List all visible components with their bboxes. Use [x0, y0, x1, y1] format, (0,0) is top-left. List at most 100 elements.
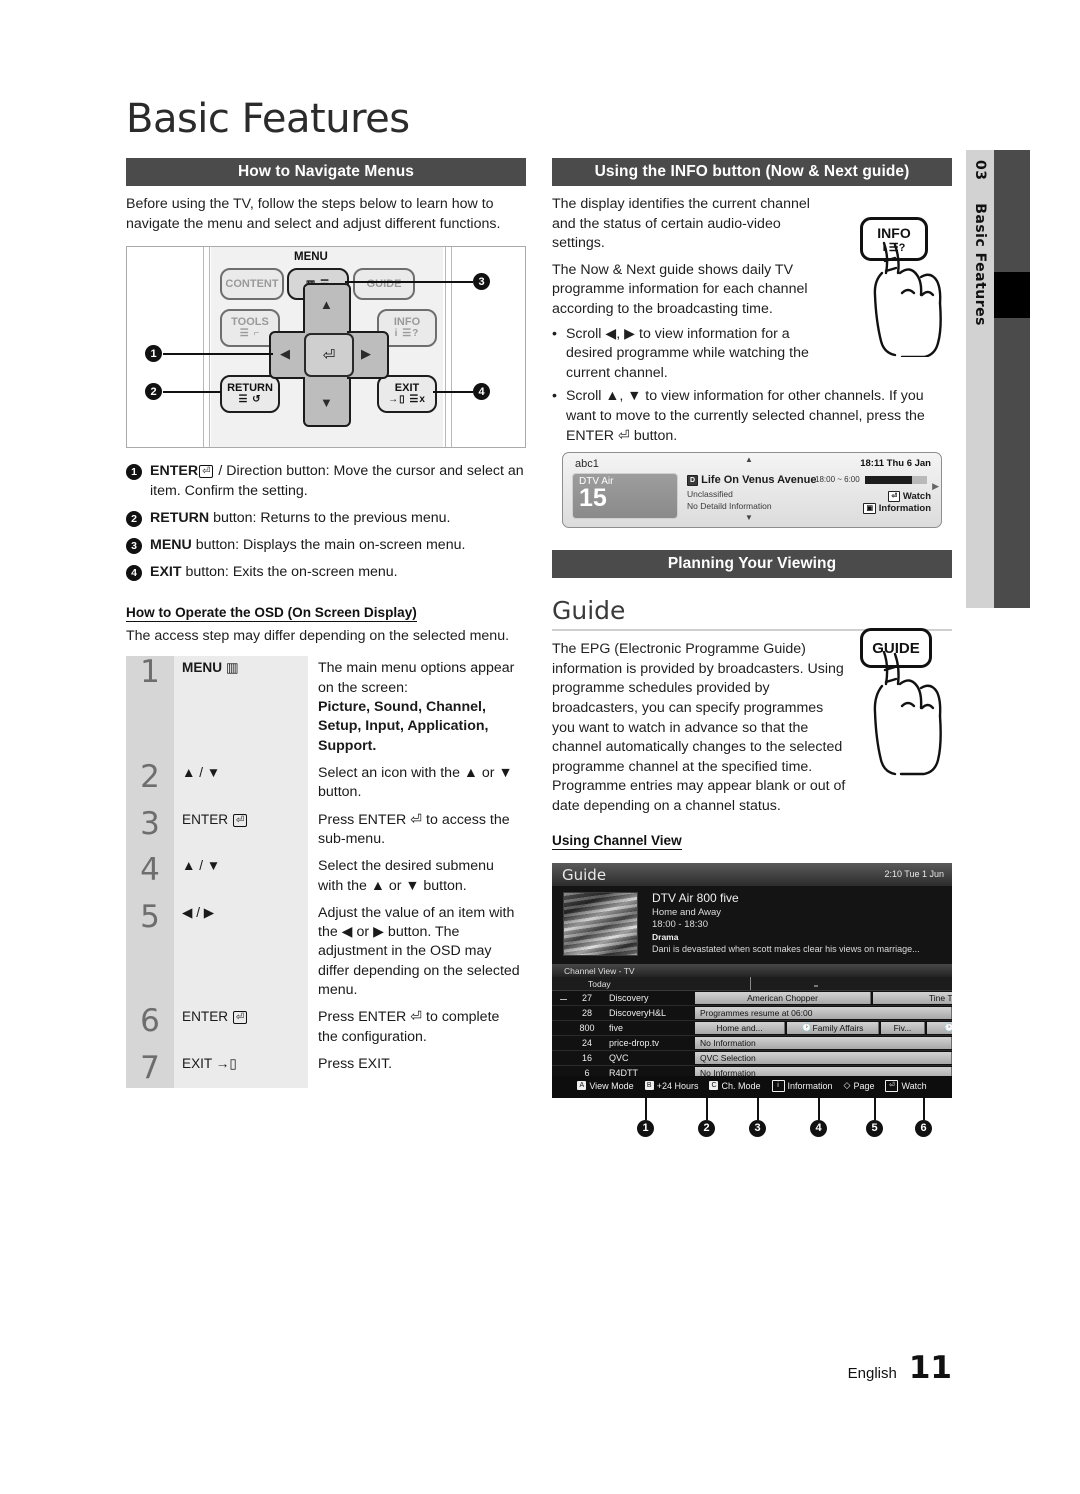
programme-cell[interactable]: QVC Selection — [695, 1051, 952, 1064]
step-number: 1 — [126, 656, 174, 761]
programme-cell-scheduled[interactable]: 🕑 Family Affairs — [787, 1021, 879, 1034]
table-row[interactable]: 24 price-drop.tv No Information — [552, 1036, 952, 1051]
row-channel-name: price-drop.tv — [609, 1037, 660, 1048]
list-item-text: RETURN button: Returns to the previous m… — [150, 509, 450, 528]
callout-stem-5 — [874, 1097, 876, 1120]
list-item-badge: 2 — [126, 510, 142, 527]
osd-action-information[interactable]: ▣ Information — [863, 503, 931, 515]
programme-cell[interactable]: Programmes resume at 06:00 — [695, 1006, 952, 1019]
osd-progress-fill — [865, 476, 913, 485]
side-tab-chapter: Basic Features — [972, 203, 988, 326]
info-icon: i ☰? — [394, 328, 420, 340]
info-button-hand-graphic: INFO i ☰? — [840, 217, 952, 358]
osd-channel-number: 15 — [579, 484, 607, 513]
programme-cell[interactable]: Home and... — [695, 1021, 785, 1034]
table-row[interactable]: 800 five Home and... 🕑 Family Affairs Fiv… — [552, 1021, 952, 1036]
remote-dpad[interactable]: ▲ ▼ ◀ ▶ ⏎ — [269, 283, 389, 428]
info-bullet-2: Scroll ▲, ▼ to view information for othe… — [565, 388, 925, 444]
list-item-rest: button: Exits the on-screen menu. — [181, 564, 398, 581]
footer-action-plus-24-hours[interactable]: B +24 Hours — [644, 1080, 698, 1092]
programme-cell-scheduled[interactable]: 🕑Dark Angel — [927, 1021, 952, 1034]
exit-icon: →▯ — [215, 1056, 237, 1072]
guide-callout-marker-6: 6 — [915, 1119, 932, 1137]
programme-cell[interactable]: No Information — [695, 1036, 952, 1049]
list-item-bold: ENTER — [150, 463, 199, 480]
callout-stem-3 — [757, 1097, 759, 1120]
list-item-bold: EXIT — [150, 564, 182, 581]
page-footer: English 11 — [848, 1350, 952, 1386]
step-number: 6 — [126, 1005, 174, 1053]
enter-icon: ⏎ — [885, 1079, 899, 1092]
enter-icon: ⏎ — [232, 1011, 248, 1025]
guide-button-hand-graphic: GUIDE — [848, 628, 952, 778]
arrow-left-icon[interactable]: ◀ — [280, 346, 290, 362]
side-tab-label-strip: 03 Basic Features — [966, 150, 994, 608]
arrow-down-icon[interactable]: ▼ — [320, 395, 333, 410]
step-desc: Adjust the value of an item with the ◀ o… — [308, 900, 526, 1006]
list-item-badge: 4 — [126, 565, 142, 582]
step-key: EXIT →▯ — [174, 1052, 308, 1089]
callout-marker-2: 2 — [145, 383, 162, 401]
row-channel-number: 800 — [579, 1022, 595, 1033]
step-number: 4 — [126, 854, 174, 901]
osd-action-watch[interactable]: ⏎ Watch — [888, 491, 931, 503]
programme-cell[interactable]: American Chopper — [695, 991, 871, 1004]
footer-action-watch[interactable]: ⏎ Watch — [885, 1079, 927, 1092]
footer-action-view-mode[interactable]: A View Mode — [577, 1080, 634, 1092]
remote-edge-line-1 — [203, 247, 204, 448]
hand-illustration — [873, 241, 942, 358]
leader-line-4 — [433, 391, 473, 394]
remote-edge-line-4 — [451, 247, 452, 448]
osd-action-information-label: Information — [878, 503, 931, 515]
timeline-header: Today — [552, 976, 952, 991]
guide-callout-marker-3: 3 — [749, 1119, 766, 1137]
enter-icon: ⏎ — [232, 813, 248, 827]
exit-icon: →▯ ☰x — [388, 394, 426, 406]
table-row[interactable]: 28 DiscoveryH&L Programmes resume at 06:… — [552, 1006, 952, 1021]
table-row: 5 ◀ / ▶ Adjust the value of an item with… — [126, 900, 526, 1006]
arrow-up-icon[interactable]: ▲ — [320, 297, 333, 312]
guide-heading: Guide — [552, 596, 626, 626]
callout-stem-6 — [923, 1097, 925, 1120]
list-item-text: EXIT button: Exits the on-screen menu. — [150, 563, 398, 582]
table-row[interactable]: 27 Discovery American Chopper Tine Team — [552, 991, 952, 1006]
list-item-bold: MENU — [150, 537, 192, 554]
caret-up-icon: ▲ — [745, 455, 753, 465]
table-row: 3 ENTER ⏎ Press ENTER ⏎ to access the su… — [126, 807, 526, 855]
remote-button-exit[interactable]: EXIT →▯ ☰x — [377, 375, 437, 414]
row-dash-icon — [560, 998, 567, 1000]
osd-rating: Unclassified — [687, 489, 733, 500]
guide-paragraph: The EPG (Electronic Programme Guide) inf… — [552, 641, 846, 814]
leader-line-3 — [345, 281, 473, 284]
step-key: ENTER ⏎ — [174, 807, 308, 855]
osd-sub-heading: How to Operate the OSD (On Screen Displa… — [126, 604, 417, 622]
footer-action-page[interactable]: ◇ Page — [844, 1080, 875, 1092]
leader-line-2 — [163, 391, 221, 394]
info-osd-mockup: abc1 18:11 Thu 6 Jan ▲ ▼ ▶ DTV Air 15 D … — [562, 452, 942, 529]
side-tab-active-marker — [994, 272, 1030, 318]
timeline-tick — [750, 976, 751, 990]
list-item-badge: 3 — [126, 538, 142, 555]
step-key-label: MENU — [182, 660, 223, 676]
arrow-right-icon[interactable]: ▶ — [361, 346, 371, 362]
list-item-text: MENU button: Displays the main on-screen… — [150, 536, 465, 555]
enter-icon: ⏎ — [888, 491, 901, 503]
footer-action-information[interactable]: i Information — [771, 1079, 833, 1092]
step-number: 2 — [126, 760, 174, 808]
footer-action-ch-mode[interactable]: C Ch. Mode — [709, 1080, 761, 1092]
tools-icon: ☰ ⌐ — [239, 328, 261, 340]
programme-cell[interactable]: Fiv... — [881, 1021, 925, 1034]
channel-view-label: Channel View - TV — [564, 965, 635, 976]
side-tab-text: 03 Basic Features — [972, 160, 988, 326]
table-row[interactable]: 16 QVC QVC Selection — [552, 1051, 952, 1066]
timeline-today-label: Today — [588, 978, 611, 989]
row-channel-number: 16 — [581, 1052, 592, 1063]
enter-icon: ⏎ — [199, 465, 214, 479]
side-tab-bar — [994, 150, 1030, 608]
programme-cell[interactable]: Tine Team — [873, 991, 952, 1004]
enter-button[interactable]: ⏎ — [304, 333, 354, 378]
footer-action-label: Information — [787, 1080, 833, 1091]
osd-intro-text: The access step may differ depending on … — [126, 627, 510, 644]
section-header-planning-your-viewing: Planning Your Viewing — [552, 550, 952, 579]
osd-detail: No Detaild Information — [687, 501, 772, 512]
